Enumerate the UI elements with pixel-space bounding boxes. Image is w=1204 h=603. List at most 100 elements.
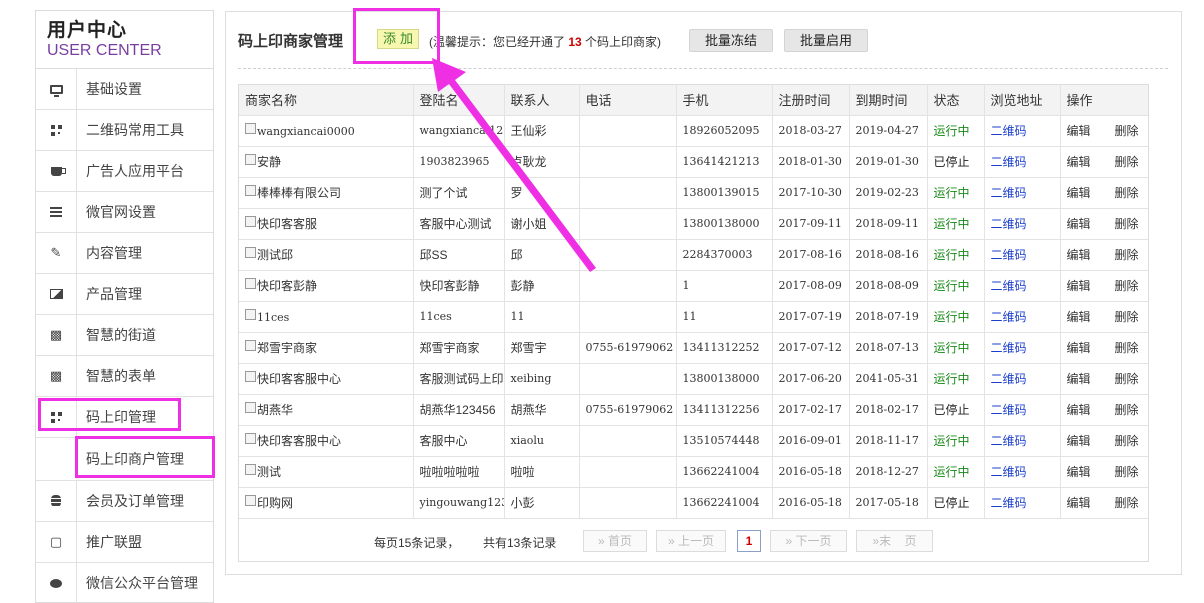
column-header: 电话 — [579, 85, 677, 116]
edit-button[interactable]: 编辑 — [1067, 403, 1091, 417]
sidebar-item-smart-street[interactable]: ▩ 智慧的街道 — [36, 315, 213, 356]
batch-enable-button[interactable]: 批量启用 — [784, 29, 868, 52]
column-header: 状态 — [927, 85, 985, 116]
delete-button[interactable]: 删除 — [1115, 465, 1139, 479]
row-checkbox[interactable] — [245, 123, 256, 134]
sidebar-item-ad-platform[interactable]: 广告人应用平台 — [36, 151, 213, 192]
sidebar-item-content[interactable]: ✎ 内容管理 — [36, 233, 213, 274]
cell-phone: 0755-61979062 — [579, 394, 677, 426]
edit-button[interactable]: 编辑 — [1067, 372, 1091, 386]
cell-exp-date: 2018-02-17 — [849, 394, 928, 426]
cell-contact: 胡燕华 — [504, 394, 580, 426]
delete-button[interactable]: 删除 — [1115, 496, 1139, 510]
last-page-button[interactable]: »末 页 — [856, 530, 933, 552]
sidebar-item-print-management[interactable]: 码上印管理 — [36, 397, 213, 438]
edit-button[interactable]: 编辑 — [1067, 496, 1091, 510]
qrcode-link[interactable]: 二维码 — [991, 248, 1027, 262]
row-checkbox[interactable] — [245, 433, 256, 444]
sidebar-item-smart-form[interactable]: ▩ 智慧的表单 — [36, 356, 213, 397]
delete-button[interactable]: 删除 — [1115, 248, 1139, 262]
edit-button[interactable]: 编辑 — [1067, 310, 1091, 324]
next-page-button[interactable]: » 下一页 — [770, 530, 847, 552]
sidebar-item-members-orders[interactable]: 会员及订单管理 — [36, 481, 213, 522]
edit-button[interactable]: 编辑 — [1067, 434, 1091, 448]
cell-mobile: 13662241004 — [676, 487, 773, 519]
sidebar-item-label: 广告人应用平台 — [86, 163, 184, 179]
qrcode-icon — [36, 110, 77, 150]
cell-exp-date: 2018-08-16 — [849, 239, 928, 271]
sidebar-item-micro-site[interactable]: 微官网设置 — [36, 192, 213, 233]
first-page-button[interactable]: » 首页 — [583, 530, 647, 552]
qrcode-link[interactable]: 二维码 — [991, 496, 1027, 510]
sidebar-item-wechat[interactable]: 微信公众平台管理 — [36, 563, 213, 603]
delete-button[interactable]: 删除 — [1115, 434, 1139, 448]
edit-button[interactable]: 编辑 — [1067, 217, 1091, 231]
sidebar-item-qrcode-tools[interactable]: 二维码常用工具 — [36, 110, 213, 151]
qrcode-link[interactable]: 二维码 — [991, 124, 1027, 138]
cell-contact: xiaolu — [504, 425, 580, 457]
sidebar-item-basic-settings[interactable]: 基础设置 — [36, 69, 213, 110]
qrcode-link[interactable]: 二维码 — [991, 434, 1027, 448]
row-checkbox[interactable] — [245, 247, 256, 258]
merchant-name: 郑雪宇商家 — [257, 341, 318, 355]
sidebar-item-promotion[interactable]: ▢ 推广联盟 — [36, 522, 213, 563]
row-checkbox[interactable] — [245, 185, 256, 196]
cell-actions: 编辑 删除 — [1060, 394, 1148, 426]
cell-merchant-name: 安静 — [239, 146, 414, 178]
cell-browse: 二维码 — [984, 394, 1061, 426]
row-checkbox[interactable] — [245, 216, 256, 227]
qrcode-link[interactable]: 二维码 — [991, 403, 1027, 417]
edit-button[interactable]: 编辑 — [1067, 186, 1091, 200]
cell-mobile: 18926052095 — [676, 115, 773, 147]
row-checkbox[interactable] — [245, 495, 256, 506]
row-checkbox[interactable] — [245, 464, 256, 475]
delete-button[interactable]: 删除 — [1115, 279, 1139, 293]
delete-button[interactable]: 删除 — [1115, 155, 1139, 169]
cell-merchant-name: 郑雪宇商家 — [239, 332, 414, 364]
qrcode-link[interactable]: 二维码 — [991, 465, 1027, 479]
edit-button[interactable]: 编辑 — [1067, 465, 1091, 479]
qrcode-link[interactable]: 二维码 — [991, 186, 1027, 200]
qrcode-link[interactable]: 二维码 — [991, 279, 1027, 293]
delete-button[interactable]: 删除 — [1115, 217, 1139, 231]
merchant-name: wangxiancai0000 — [257, 125, 355, 138]
user-center-title: 用户中心 — [47, 20, 128, 41]
row-checkbox[interactable] — [245, 402, 256, 413]
cell-login: 快印客彭静 — [413, 270, 505, 302]
qrcode-link[interactable]: 二维码 — [991, 155, 1027, 169]
cell-browse: 二维码 — [984, 270, 1061, 302]
edit-button[interactable]: 编辑 — [1067, 279, 1091, 293]
edit-button[interactable]: 编辑 — [1067, 341, 1091, 355]
gift-icon: ▢ — [36, 522, 77, 562]
cell-reg-date: 2018-03-27 — [772, 115, 850, 147]
delete-button[interactable]: 删除 — [1115, 372, 1139, 386]
delete-button[interactable]: 删除 — [1115, 124, 1139, 138]
delete-button[interactable]: 删除 — [1115, 310, 1139, 324]
batch-freeze-button[interactable]: 批量冻结 — [689, 29, 773, 52]
qrcode-link[interactable]: 二维码 — [991, 341, 1027, 355]
cell-browse: 二维码 — [984, 363, 1061, 395]
current-page[interactable]: 1 — [737, 530, 761, 552]
row-checkbox[interactable] — [245, 154, 256, 165]
cell-login: 11ces — [413, 301, 505, 333]
edit-button[interactable]: 编辑 — [1067, 248, 1091, 262]
delete-button[interactable]: 删除 — [1115, 403, 1139, 417]
delete-button[interactable]: 删除 — [1115, 341, 1139, 355]
row-checkbox[interactable] — [245, 309, 256, 320]
edit-button[interactable]: 编辑 — [1067, 155, 1091, 169]
prev-page-button[interactable]: » 上一页 — [656, 530, 726, 552]
add-button[interactable]: 添加 — [377, 29, 419, 49]
edit-button[interactable]: 编辑 — [1067, 124, 1091, 138]
qrcode-link[interactable]: 二维码 — [991, 310, 1027, 324]
cell-actions: 编辑 删除 — [1060, 115, 1148, 147]
row-checkbox[interactable] — [245, 340, 256, 351]
qrcode-link[interactable]: 二维码 — [991, 372, 1027, 386]
qrcode-link[interactable]: 二维码 — [991, 217, 1027, 231]
row-checkbox[interactable] — [245, 371, 256, 382]
sidebar-item-products[interactable]: 产品管理 — [36, 274, 213, 315]
cell-merchant-name: 棒棒棒有限公司 — [239, 177, 414, 209]
sidebar-item-merchant-management[interactable]: 码上印商户管理 — [36, 438, 213, 481]
cell-phone — [579, 456, 677, 488]
row-checkbox[interactable] — [245, 278, 256, 289]
delete-button[interactable]: 删除 — [1115, 186, 1139, 200]
